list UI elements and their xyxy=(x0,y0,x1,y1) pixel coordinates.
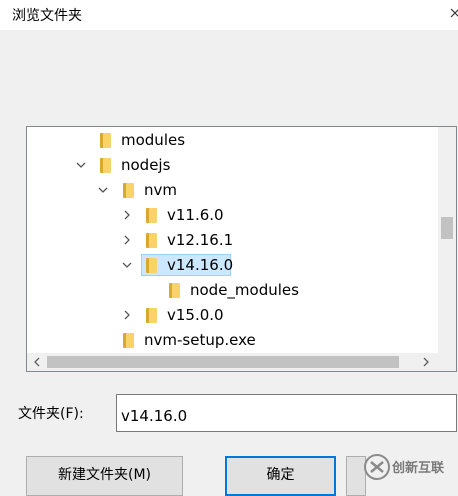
chevron-down-icon[interactable] xyxy=(74,153,88,177)
chevron-down-icon[interactable] xyxy=(96,178,110,202)
horizontal-scroll-thumb[interactable] xyxy=(47,356,399,368)
tree-item-v15[interactable]: v15.0.0 xyxy=(27,303,437,327)
close-button[interactable] xyxy=(446,2,458,26)
chevron-right-icon[interactable] xyxy=(120,303,134,327)
tree-item-label: v11.6.0 xyxy=(167,206,224,224)
tree-item-nvm-setup[interactable]: nvm-setup.exe xyxy=(27,328,437,352)
folder-tree[interactable]: modules nodejs nvm v11.6.0 v12.16.1 v14.… xyxy=(26,126,457,372)
tree-item-nvm[interactable]: nvm xyxy=(27,178,437,202)
tree-item-label: modules xyxy=(121,131,186,149)
logo-icon xyxy=(364,454,390,480)
tree-item-label: nodejs xyxy=(121,156,171,174)
folder-icon xyxy=(146,258,157,273)
folder-icon xyxy=(146,208,157,223)
tree-item-label: nvm-setup.exe xyxy=(144,331,256,349)
folder-icon xyxy=(146,308,157,323)
tree-item-v12[interactable]: v12.16.1 xyxy=(27,228,437,252)
folder-icon xyxy=(100,158,111,173)
horizontal-scrollbar[interactable] xyxy=(27,353,456,371)
folder-icon xyxy=(123,333,134,348)
vertical-scroll-thumb[interactable] xyxy=(441,217,453,239)
watermark-text: 创新互联 xyxy=(392,461,445,476)
folder-icon xyxy=(169,283,180,298)
tree-item-label: node_modules xyxy=(190,281,299,299)
watermark: 创新互联 xyxy=(362,452,458,486)
close-icon xyxy=(450,8,458,18)
tree-item-label: v15.0.0 xyxy=(167,306,224,324)
tree-item-label: v14.16.0 xyxy=(167,256,234,274)
title-bar: 浏览文件夹 xyxy=(0,0,458,30)
chevron-right-icon[interactable] xyxy=(120,228,134,252)
new-folder-button[interactable]: 新建文件夹(M) xyxy=(26,456,183,496)
folder-icon xyxy=(123,183,134,198)
tree-item-nodejs[interactable]: nodejs xyxy=(27,153,437,177)
folder-field-label: 文件夹(F): xyxy=(18,406,84,422)
folder-input[interactable] xyxy=(116,394,457,432)
chevron-down-icon[interactable] xyxy=(120,253,134,277)
tree-item-v11[interactable]: v11.6.0 xyxy=(27,203,437,227)
chevron-right-icon[interactable] xyxy=(120,203,134,227)
tree-item-modules[interactable]: modules xyxy=(27,128,437,152)
vertical-scrollbar[interactable] xyxy=(438,127,456,353)
scroll-right-icon[interactable] xyxy=(418,353,434,371)
scroll-left-icon[interactable] xyxy=(29,353,45,371)
folder-icon xyxy=(146,233,157,248)
ok-button[interactable]: 确定 xyxy=(225,456,336,496)
dialog-title: 浏览文件夹 xyxy=(12,8,82,24)
folder-icon xyxy=(100,133,111,148)
tree-item-label: v12.16.1 xyxy=(167,231,234,249)
tree-item-node-modules[interactable]: node_modules xyxy=(27,278,437,302)
tree-item-label: nvm xyxy=(144,181,177,199)
tree-item-v14[interactable]: v14.16.0 xyxy=(27,253,437,277)
